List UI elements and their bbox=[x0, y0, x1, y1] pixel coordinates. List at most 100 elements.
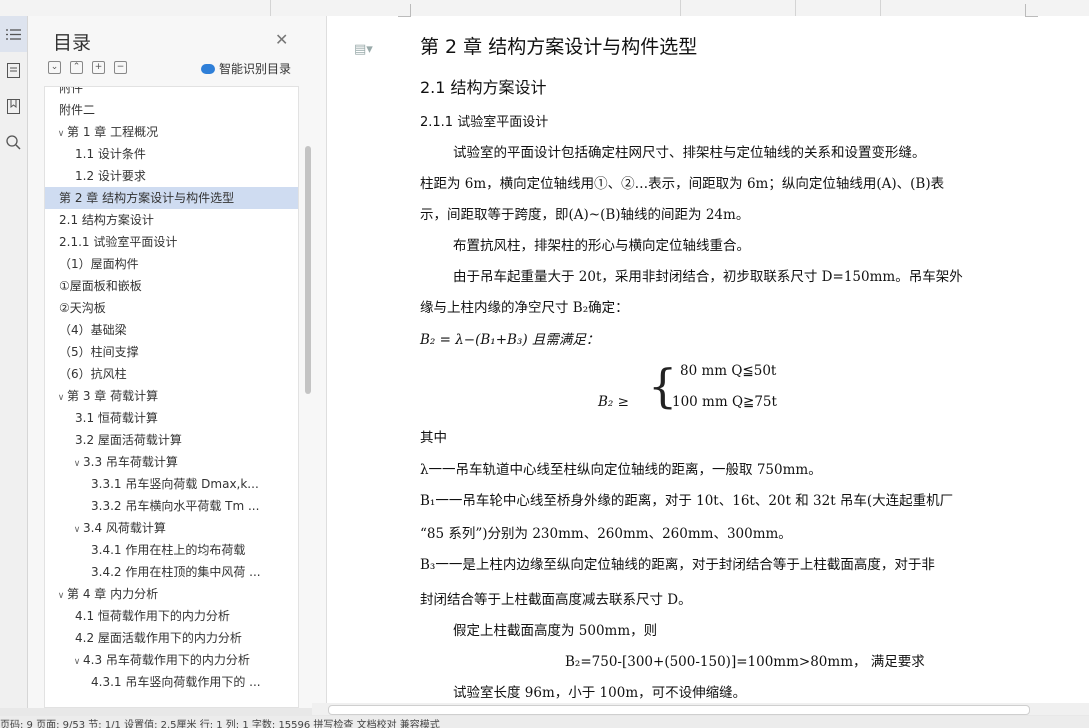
toc-scrollbar[interactable] bbox=[305, 146, 311, 394]
paragraph-text: B₁一一吊车轮中心线至桥身外缘的距离，对于 10t、16t、20t 和 32t … bbox=[420, 493, 954, 509]
scrollbar-thumb[interactable] bbox=[328, 705, 1030, 715]
toc-item[interactable]: ②天沟板 bbox=[45, 297, 298, 319]
cloud-icon bbox=[201, 63, 215, 74]
toc-item[interactable]: 4.1 恒荷载作用下的内力分析 bbox=[45, 605, 298, 627]
toc-item-label: 4.1 恒荷载作用下的内力分析 bbox=[75, 609, 230, 623]
collapse-all-icon[interactable]: ⌄ bbox=[48, 61, 61, 74]
section-heading: 2.1 结构方案设计 bbox=[420, 78, 547, 97]
formula-condition: 100 mm Q≧75t bbox=[672, 394, 777, 410]
toc-item-label: ①屋面板和嵌板 bbox=[59, 279, 142, 293]
paragraph-text: 布置抗风柱，排架柱的形心与横向定位轴线重合。 bbox=[453, 238, 750, 254]
expand-arrow-icon[interactable]: ∨ bbox=[71, 519, 83, 539]
page-icon bbox=[7, 62, 20, 78]
expand-arrow-icon[interactable]: ∨ bbox=[71, 651, 83, 671]
formula-condition: 80 mm Q≦50t bbox=[680, 363, 777, 379]
expand-arrow-icon[interactable]: ∨ bbox=[55, 585, 67, 605]
search-icon bbox=[6, 134, 21, 150]
paragraph-text: 柱距为 6m，横向定位轴线用①、②…表示，间距取为 6m；纵向定位轴线用(A)、… bbox=[420, 176, 945, 192]
toc-item[interactable]: （4）基础梁 bbox=[45, 319, 298, 341]
remove-heading-icon[interactable]: − bbox=[114, 61, 127, 74]
toc-item-label: （1）屋面构件 bbox=[59, 257, 139, 271]
toc-item-label: 4.3 吊车荷载作用下的内力分析 bbox=[83, 653, 250, 667]
find-panel-button[interactable] bbox=[0, 124, 27, 160]
toc-item[interactable]: 3.4.1 作用在柱上的均布荷载 bbox=[45, 539, 298, 561]
toc-item[interactable]: ∨ 3.3 吊车荷载计算 bbox=[45, 451, 298, 473]
toc-item-label: （4）基础梁 bbox=[59, 323, 127, 337]
paragraph-text: 封闭结合等于上柱截面高度减去联系尺寸 D。 bbox=[420, 592, 692, 608]
toc-item-label: （6）抗风柱 bbox=[59, 367, 127, 381]
toc-item[interactable]: （6）抗风柱 bbox=[45, 363, 298, 385]
paragraph-text: 示，间距取等于跨度，即(A)~(B)轴线的间距为 24m。 bbox=[420, 207, 750, 223]
toc-item[interactable]: （1）屋面构件 bbox=[45, 253, 298, 275]
toc-item-label: 第 4 章 内力分析 bbox=[67, 587, 159, 601]
toc-item[interactable]: 3.3.2 吊车横向水平荷载 Tm ... bbox=[45, 495, 298, 517]
toc-item[interactable]: 3.4.2 作用在柱顶的集中风荷 ... bbox=[45, 561, 298, 583]
formula: B₂ = λ−(B₁+B₃) 且需满足： bbox=[420, 332, 600, 348]
toc-item[interactable]: ∨ 4.3 吊车荷载作用下的内力分析 bbox=[45, 649, 298, 671]
close-icon[interactable]: ✕ bbox=[275, 30, 288, 49]
horizontal-scrollbar[interactable] bbox=[312, 703, 1089, 715]
toolbar-divider bbox=[680, 0, 681, 16]
toc-item[interactable]: （5）柱间支撑 bbox=[45, 341, 298, 363]
smart-toc-button[interactable]: 智能识别目录 bbox=[201, 60, 291, 77]
toc-item-label: 3.3.1 吊车竖向荷载 Dmax,k... bbox=[91, 477, 259, 491]
side-icon-bar bbox=[0, 16, 28, 708]
toc-item-label: 3.4.2 作用在柱顶的集中风荷 ... bbox=[91, 565, 261, 579]
toc-item[interactable]: 4.2 屋面活载作用下的内力分析 bbox=[45, 627, 298, 649]
toc-panel-button[interactable] bbox=[0, 16, 27, 52]
bookmark-panel-button[interactable] bbox=[0, 88, 27, 124]
toc-list: 附件 附件二 ∨ 第 1 章 工程概况 1.1 设计条件 1.2 设计要求第 2 章 结构… bbox=[44, 86, 299, 708]
toc-item-label: 1.2 设计要求 bbox=[75, 169, 146, 183]
toc-item-label: 第 3 章 荷载计算 bbox=[67, 389, 159, 403]
bookmark-icon bbox=[7, 98, 20, 114]
toc-item[interactable]: 3.1 恒荷载计算 bbox=[45, 407, 298, 429]
toc-item[interactable]: 2.1.1 试验室平面设计 bbox=[45, 231, 298, 253]
toc-item-label: 附件二 bbox=[59, 103, 96, 117]
page-corner-mark bbox=[398, 4, 411, 17]
toc-item-label: 3.4.1 作用在柱上的均布荷载 bbox=[91, 543, 246, 557]
paragraph-text: “85 系列”)分别为 230mm、260mm、260mm、300mm。 bbox=[420, 526, 792, 542]
toc-item[interactable]: ∨ 第 4 章 内力分析 bbox=[45, 583, 298, 605]
toc-item[interactable]: 1.2 设计要求 bbox=[45, 165, 298, 187]
toc-item-label: 第 2 章 结构方案设计与构件选型 bbox=[59, 191, 235, 205]
paragraph-text: λ一一吊车轨道中心线至柱纵向定位轴线的距离，一般取 750mm。 bbox=[420, 462, 822, 478]
doc-options-icon[interactable]: ▤▾ bbox=[354, 42, 373, 57]
toc-item[interactable]: 附件二 bbox=[45, 99, 298, 121]
toc-item-label: 4.3.1 吊车竖向荷载作用下的 ... bbox=[91, 675, 261, 689]
list-icon bbox=[6, 28, 21, 40]
status-text: 页码: 9 页面: 9/53 节: 1/1 设置值: 2.5厘米 行: 1 列:… bbox=[0, 720, 440, 728]
toc-item[interactable]: 4.3.1 吊车竖向荷载作用下的 ... bbox=[45, 671, 298, 693]
expand-arrow-icon[interactable]: ∨ bbox=[55, 123, 67, 143]
toc-item[interactable]: ∨ 第 1 章 工程概况 bbox=[45, 121, 298, 143]
toc-item-label: 附件 bbox=[59, 86, 84, 95]
toc-item[interactable]: ①屋面板和嵌板 bbox=[45, 275, 298, 297]
expand-arrow-icon[interactable]: ∨ bbox=[55, 387, 67, 407]
top-toolbar-strip bbox=[0, 0, 1089, 17]
toc-item-label: 3.4 风荷载计算 bbox=[83, 521, 166, 535]
pages-panel-button[interactable] bbox=[0, 52, 27, 88]
toc-item-label: 3.2 屋面活荷载计算 bbox=[75, 433, 182, 447]
page-corner-mark bbox=[1025, 4, 1038, 17]
toc-item[interactable]: ∨ 第 3 章 荷载计算 bbox=[45, 385, 298, 407]
toc-item-label: 3.3.2 吊车横向水平荷载 Tm ... bbox=[91, 499, 260, 513]
toc-toolbar: ⌄ ⌃ + − bbox=[48, 61, 127, 74]
paragraph-text: 其中 bbox=[420, 430, 447, 446]
toc-item[interactable]: 2.1 结构方案设计 bbox=[45, 209, 298, 231]
formula-condition-lhs: B₂ ≥ bbox=[598, 394, 629, 410]
toc-item[interactable]: ∨ 3.4 风荷载计算 bbox=[45, 517, 298, 539]
add-heading-icon[interactable]: + bbox=[92, 61, 105, 74]
toc-item-label: ②天沟板 bbox=[59, 301, 106, 315]
toc-item[interactable]: 第 2 章 结构方案设计与构件选型 bbox=[45, 187, 298, 209]
toc-item-label: 第 1 章 工程概况 bbox=[67, 125, 159, 139]
expand-arrow-icon[interactable]: ∨ bbox=[71, 453, 83, 473]
toc-item[interactable]: 3.2 屋面活荷载计算 bbox=[45, 429, 298, 451]
expand-all-icon[interactable]: ⌃ bbox=[70, 61, 83, 74]
toc-item[interactable]: 附件 bbox=[45, 86, 298, 99]
paragraph-text: 缘与上柱内缘的净空尺寸 B₂确定： bbox=[420, 300, 629, 316]
toc-panel: 目录 ✕ ⌄ ⌃ + − 智能识别目录 附件 附件二 ∨ 第 1 章 工程概况 1.1 … bbox=[28, 16, 327, 708]
toc-item[interactable]: 1.1 设计条件 bbox=[45, 143, 298, 165]
toc-item-label: 1.1 设计条件 bbox=[75, 147, 146, 161]
paragraph-text: 试验室的平面设计包括确定柱网尺寸、排架柱与定位轴线的关系和设置变形缝。 bbox=[453, 145, 926, 161]
toc-item[interactable]: 3.3.1 吊车竖向荷载 Dmax,k... bbox=[45, 473, 298, 495]
toc-item-label: （5）柱间支撑 bbox=[59, 345, 139, 359]
